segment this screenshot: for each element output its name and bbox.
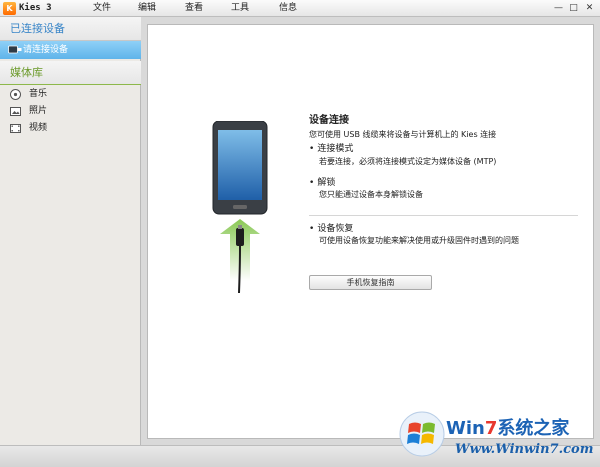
section-text-recovery: 可使用设备恢复功能来解决使用或升级固件时遇到的问题 — [319, 236, 519, 245]
section-heading-recovery: 设备恢复 — [309, 223, 353, 235]
divider — [309, 215, 578, 216]
library-header: 媒体库 — [0, 61, 141, 85]
video-icon — [10, 124, 21, 133]
kies-logo-icon: K — [3, 2, 16, 15]
menu-file[interactable]: 文件 — [93, 2, 111, 15]
sidebar-item-label: 照片 — [29, 106, 48, 116]
section-heading-connection-mode: 连接模式 — [309, 143, 353, 155]
watermark-brand-digit: 7 — [484, 418, 498, 439]
library-label: 媒体库 — [10, 66, 43, 79]
sidebar-item-video[interactable]: 视频 — [0, 120, 141, 137]
main-panel: 设备连接 您可使用 USB 线缆来将设备与计算机上的 Kies 连接 连接模式 … — [147, 24, 594, 439]
sidebar: 已连接设备 请连接设备 媒体库 音乐 照片 视频 — [0, 17, 141, 445]
phone-usb-illustration — [212, 121, 268, 294]
section-text-unlock: 您只能通过设备本身解锁设备 — [319, 190, 423, 199]
close-button[interactable]: ✕ — [583, 2, 596, 14]
page-title: 设备连接 — [309, 115, 349, 126]
watermark-url: Www.Winwin7.com — [455, 442, 594, 457]
minimize-button[interactable]: — — [552, 2, 565, 14]
sidebar-item-photos[interactable]: 照片 — [0, 103, 141, 120]
section-heading-unlock: 解锁 — [309, 177, 335, 189]
sidebar-item-label: 请连接设备 — [23, 45, 69, 55]
section-text-connection-mode: 若要连接，必须将连接模式设定为媒体设备 (MTP) — [319, 157, 497, 166]
page-description: 您可使用 USB 线缆来将设备与计算机上的 Kies 连接 — [309, 130, 497, 139]
watermark-brand: Win7系统之家 — [446, 418, 569, 440]
music-icon — [10, 89, 21, 100]
photo-icon — [10, 107, 21, 116]
watermark-brand-suffix: 系统之家 — [497, 418, 570, 439]
title-bar: K Kies 3 文件 编辑 查看 工具 信息 — □ ✕ — [0, 0, 600, 17]
recovery-guide-button[interactable]: 手机恢复指南 — [309, 275, 432, 290]
windows-logo-icon — [399, 411, 445, 457]
connected-devices-label: 已连接设备 — [10, 22, 65, 35]
menu-info[interactable]: 信息 — [279, 2, 297, 15]
sidebar-item-label: 视频 — [29, 123, 48, 133]
menu-view[interactable]: 查看 — [185, 2, 203, 15]
app-title: Kies 3 — [19, 3, 52, 13]
watermark-brand-prefix: Win — [446, 418, 485, 439]
sidebar-item-label: 音乐 — [29, 89, 48, 99]
maximize-button[interactable]: □ — [567, 2, 580, 14]
menu-edit[interactable]: 编辑 — [138, 2, 156, 15]
sidebar-item-music[interactable]: 音乐 — [0, 86, 141, 103]
menu-tools[interactable]: 工具 — [231, 2, 249, 15]
usb-device-icon — [8, 45, 22, 54]
sidebar-item-connect-device[interactable]: 请连接设备 — [0, 41, 141, 59]
connected-devices-header: 已连接设备 — [0, 17, 141, 41]
